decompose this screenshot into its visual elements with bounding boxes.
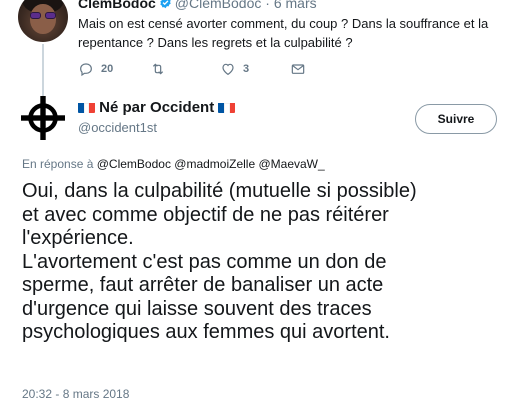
parent-author-name[interactable]: ClemBodoc — [78, 0, 156, 11]
tweet-text: Oui, dans la culpabilité (mutuelle si po… — [22, 180, 516, 345]
parent-author-handle[interactable]: @ClemBodoc — [175, 0, 262, 11]
header-separator: · — [265, 0, 270, 11]
replying-to-prefix: En réponse à — [22, 157, 94, 171]
author-handle[interactable]: @occident1st — [78, 119, 157, 137]
replying-to-mentions[interactable]: @ClemBodoc @madmoiZelle @MaevaW_ — [97, 157, 325, 171]
verified-badge-icon — [160, 0, 171, 9]
reply-icon — [80, 63, 92, 77]
author-display-name: Né par Occident — [99, 99, 215, 116]
like-button[interactable]: 3 — [220, 60, 249, 78]
avatar-face — [30, 4, 56, 34]
heart-icon — [222, 63, 234, 76]
retweet-button[interactable] — [150, 60, 166, 78]
thread-connector-line — [42, 44, 44, 96]
tweet-text-line: L'avortement c'est pas comme un don de — [22, 250, 387, 273]
parent-action-bar: 20 3 — [78, 60, 328, 78]
reply-count: 20 — [101, 63, 114, 75]
like-count: 3 — [243, 63, 250, 75]
tweet-text-line: et avec comme objectif de ne pas réitére… — [22, 203, 389, 226]
replying-to: En réponse à @ClemBodoc @madmoiZelle @Ma… — [22, 156, 325, 172]
tweet-page: ClemBodoc @ClemBodoc · 6 mars Mais on est… — [0, 0, 516, 400]
tweet-text-line: psychologiques aux femmes qui avortent. — [22, 321, 390, 343]
parent-tweet[interactable]: ClemBodoc @ClemBodoc · 6 mars Mais on est… — [0, 0, 516, 84]
follow-button[interactable]: Suivre — [415, 104, 497, 134]
tweet-text-line: d'urgence qui laisse souvent des traces — [22, 297, 372, 320]
france-flag-icon — [78, 101, 95, 113]
direct-message-button[interactable] — [290, 60, 306, 78]
author-name[interactable]: Né par Occident — [78, 98, 236, 118]
france-flag-icon — [218, 101, 236, 113]
tweet-timestamp[interactable]: 20:32 - 8 mars 2018 — [22, 386, 129, 400]
envelope-icon — [291, 64, 305, 74]
retweet-icon — [152, 63, 164, 75]
parent-avatar[interactable] — [18, 0, 68, 42]
avatar-sunglasses — [30, 12, 56, 19]
celtic-cross-icon[interactable] — [21, 96, 65, 140]
parent-tweet-text: Mais on est censé avorter comment, du co… — [78, 16, 489, 50]
tweet-text-line: sperme, faut arrêter de banaliser un act… — [22, 274, 384, 296]
reply-button[interactable]: 20 — [78, 60, 113, 78]
parent-header: ClemBodoc @ClemBodoc · 6 mars — [78, 0, 317, 11]
parent-date[interactable]: 6 mars — [274, 0, 317, 11]
tweet-text-line: Oui, dans la culpabilité (mutuelle si po… — [22, 180, 417, 202]
tweet-text-line: l'expérience. — [22, 227, 134, 249]
